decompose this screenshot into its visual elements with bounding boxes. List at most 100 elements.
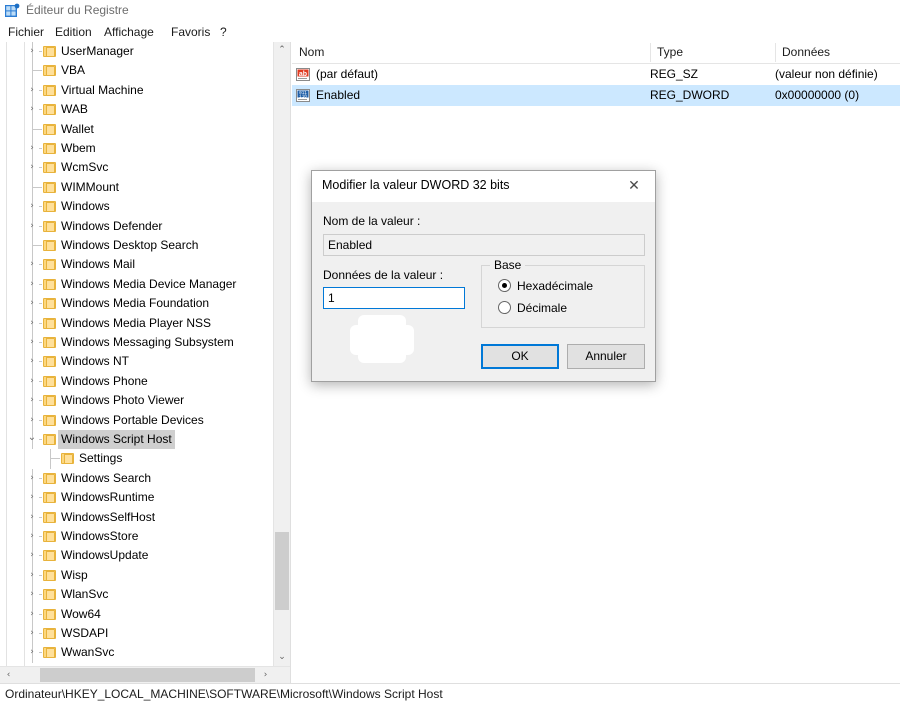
scroll-down-icon[interactable]: ⌄	[274, 649, 290, 666]
chevron-right-icon[interactable]: ›	[25, 488, 39, 507]
chevron-right-icon[interactable]: ›	[25, 139, 39, 158]
chevron-right-icon[interactable]: ›	[25, 314, 39, 333]
tree-item-selected[interactable]: ⌄ Windows Script Host	[25, 430, 290, 450]
tree-item[interactable]: › Windows NT	[25, 352, 290, 372]
folder-icon	[42, 352, 57, 371]
chevron-right-icon[interactable]: ›	[25, 294, 39, 313]
folder-icon	[42, 643, 57, 662]
tree-item[interactable]: Windows Desktop Search	[25, 236, 290, 256]
folder-icon	[42, 411, 57, 430]
tree-item[interactable]: › WcmSvc	[25, 158, 290, 178]
tree-item-label: WlanSvc	[61, 587, 109, 602]
tree-item[interactable]: › WwanSvc	[25, 643, 290, 663]
tree-item[interactable]: › WindowsStore	[25, 527, 290, 547]
tree-item[interactable]: › Windows Defender	[25, 216, 290, 236]
tree-item[interactable]: › WlanSvc	[25, 585, 290, 605]
chevron-right-icon[interactable]: ›	[25, 352, 39, 371]
chevron-right-icon[interactable]: ›	[25, 42, 39, 61]
menu-item-edition[interactable]: Edition	[53, 25, 94, 39]
values-column-header[interactable]: Nom Type Données	[292, 42, 900, 64]
menu-item-favoris[interactable]: Favoris	[169, 25, 212, 39]
chevron-right-icon[interactable]: ›	[25, 605, 39, 624]
chevron-right-icon[interactable]: ›	[25, 585, 39, 604]
chevron-right-icon[interactable]: ›	[25, 643, 39, 662]
tree-item[interactable]: › Wisp	[25, 565, 290, 586]
column-header-nom[interactable]: Nom	[292, 42, 650, 62]
chevron-right-icon[interactable]: ›	[25, 81, 39, 100]
scroll-right-icon[interactable]: ›	[257, 667, 274, 683]
value-data-input[interactable]: 1	[323, 287, 465, 309]
tree-item[interactable]: Wallet	[25, 119, 290, 139]
menu-item-fichier[interactable]: Fichier	[6, 25, 46, 39]
chevron-right-icon[interactable]: ›	[25, 100, 39, 119]
chevron-right-icon[interactable]: ›	[25, 566, 39, 585]
chevron-down-icon[interactable]: ⌄	[25, 430, 39, 449]
tree-horizontal-scrollbar[interactable]: ‹ ›	[0, 666, 290, 683]
menu-item-[interactable]: ?	[218, 25, 229, 39]
value-row[interactable]: ab (par défaut) REG_SZ (valeur non définie)	[292, 64, 900, 85]
chevron-right-icon[interactable]: ›	[25, 158, 39, 177]
chevron-right-icon[interactable]: ›	[25, 217, 39, 236]
tree-hscroll-thumb[interactable]	[40, 668, 255, 682]
chevron-right-icon[interactable]: ›	[25, 197, 39, 216]
tree-item[interactable]: VBA	[25, 61, 290, 81]
tree-item[interactable]: › WAB	[25, 100, 290, 120]
value-row-selected[interactable]: 011 110 Enabled REG_DWORD 0x00000000 (0)	[292, 85, 900, 106]
scroll-left-icon[interactable]: ‹	[0, 667, 17, 683]
chevron-right-icon[interactable]: ›	[25, 469, 39, 488]
tree-item[interactable]: › Windows Messaging Subsystem	[25, 333, 290, 353]
chevron-right-icon[interactable]: ›	[25, 333, 39, 352]
dialog-title: Modifier la valeur DWORD 32 bits	[322, 178, 510, 192]
tree-item[interactable]: › Windows Search	[25, 468, 290, 489]
tree-item[interactable]: › WindowsUpdate	[25, 546, 290, 566]
column-header-donn-es[interactable]: Données	[775, 42, 900, 62]
tree-item[interactable]: › WindowsRuntime	[25, 488, 290, 508]
tree-item[interactable]: › Windows Photo Viewer	[25, 391, 290, 411]
chevron-right-icon[interactable]: ›	[25, 411, 39, 430]
tree-item[interactable]: › Windows Portable Devices	[25, 410, 290, 430]
ok-button[interactable]: OK	[481, 344, 559, 369]
folder-icon	[42, 275, 57, 294]
tree-item-label: Windows Desktop Search	[61, 238, 199, 252]
registry-tree[interactable]: › UserManager VBA › Virtual Machine › WAB Walle…	[25, 42, 290, 683]
tree-item[interactable]: › Windows Media Foundation	[25, 294, 290, 314]
chevron-right-icon[interactable]: ›	[25, 508, 39, 527]
tree-item[interactable]: › Wbem	[25, 139, 290, 159]
tree-vscroll-thumb[interactable]	[275, 532, 289, 610]
tree-item[interactable]: › WSDAPI	[25, 624, 290, 644]
tree-item[interactable]: › Virtual Machine	[25, 80, 290, 101]
tree-item[interactable]: WIMMount	[25, 177, 290, 198]
chevron-right-icon[interactable]: ›	[25, 255, 39, 274]
chevron-right-icon[interactable]: ›	[25, 391, 39, 410]
tree-item[interactable]: › Windows Media Device Manager	[25, 274, 290, 295]
chevron-right-icon[interactable]: ›	[25, 527, 39, 546]
folder-icon	[42, 139, 57, 158]
close-icon[interactable]: ✕	[613, 171, 655, 201]
tree-item[interactable]: Settings	[25, 449, 290, 469]
menu-item-affichage[interactable]: Affichage	[102, 25, 156, 39]
folder-icon	[60, 449, 75, 468]
tree-item[interactable]: › Windows Media Player NSS	[25, 313, 290, 333]
value-data: 0x00000000 (0)	[775, 88, 860, 102]
scroll-up-icon[interactable]: ⌃	[274, 42, 290, 59]
tree-item[interactable]: › Windows Phone	[25, 371, 290, 392]
chevron-right-icon[interactable]: ›	[25, 624, 39, 643]
tree-item[interactable]: › Windows Mail	[25, 255, 290, 275]
tree-item[interactable]: › Wow64	[25, 604, 290, 624]
folder-icon	[42, 585, 57, 604]
tree-vertical-scrollbar[interactable]: ⌃ ⌄	[273, 42, 290, 666]
chevron-right-icon[interactable]: ›	[25, 275, 39, 294]
tree-item-label: Virtual Machine	[61, 82, 144, 97]
tree-item[interactable]: › UserManager	[25, 42, 290, 62]
column-separator[interactable]	[775, 43, 776, 62]
value-name: (par défaut)	[316, 67, 379, 81]
chevron-right-icon[interactable]: ›	[25, 546, 39, 565]
tree-item[interactable]: › WindowsSelfHost	[25, 507, 290, 527]
cancel-button[interactable]: Annuler	[567, 344, 645, 369]
tree-item[interactable]: › Windows	[25, 197, 290, 217]
tree-item-label: WcmSvc	[61, 160, 109, 175]
value-name-input[interactable]: Enabled	[323, 234, 645, 256]
column-separator[interactable]	[650, 43, 651, 62]
chevron-right-icon[interactable]: ›	[25, 372, 39, 391]
column-header-type[interactable]: Type	[650, 42, 775, 62]
